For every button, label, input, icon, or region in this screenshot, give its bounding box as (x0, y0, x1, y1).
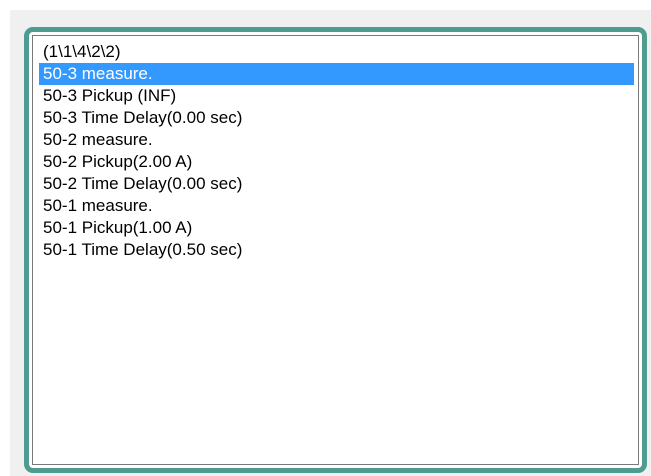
settings-list: (1\1\4\2\2) 50-3 measure. 50-3 Pickup (I… (33, 36, 638, 261)
list-item[interactable]: 50-1 measure. (39, 195, 634, 217)
list-item[interactable]: (1\1\4\2\2) (39, 41, 634, 63)
list-item-selected[interactable]: 50-3 measure. (39, 63, 634, 85)
window-top-edge (0, 0, 651, 10)
list-item[interactable]: 50-3 Time Delay(0.00 sec) (39, 107, 634, 129)
list-item[interactable]: 50-2 measure. (39, 129, 634, 151)
window-left-edge (0, 0, 10, 476)
list-item[interactable]: 50-2 Time Delay(0.00 sec) (39, 173, 634, 195)
list-item[interactable]: 50-1 Time Delay(0.50 sec) (39, 239, 634, 261)
listbox-highlight-frame: (1\1\4\2\2) 50-3 measure. 50-3 Pickup (I… (24, 27, 647, 473)
list-item[interactable]: 50-3 Pickup (INF) (39, 85, 634, 107)
list-item[interactable]: 50-2 Pickup(2.00 A) (39, 151, 634, 173)
list-item[interactable]: 50-1 Pickup(1.00 A) (39, 217, 634, 239)
settings-listbox[interactable]: (1\1\4\2\2) 50-3 measure. 50-3 Pickup (I… (32, 35, 639, 465)
